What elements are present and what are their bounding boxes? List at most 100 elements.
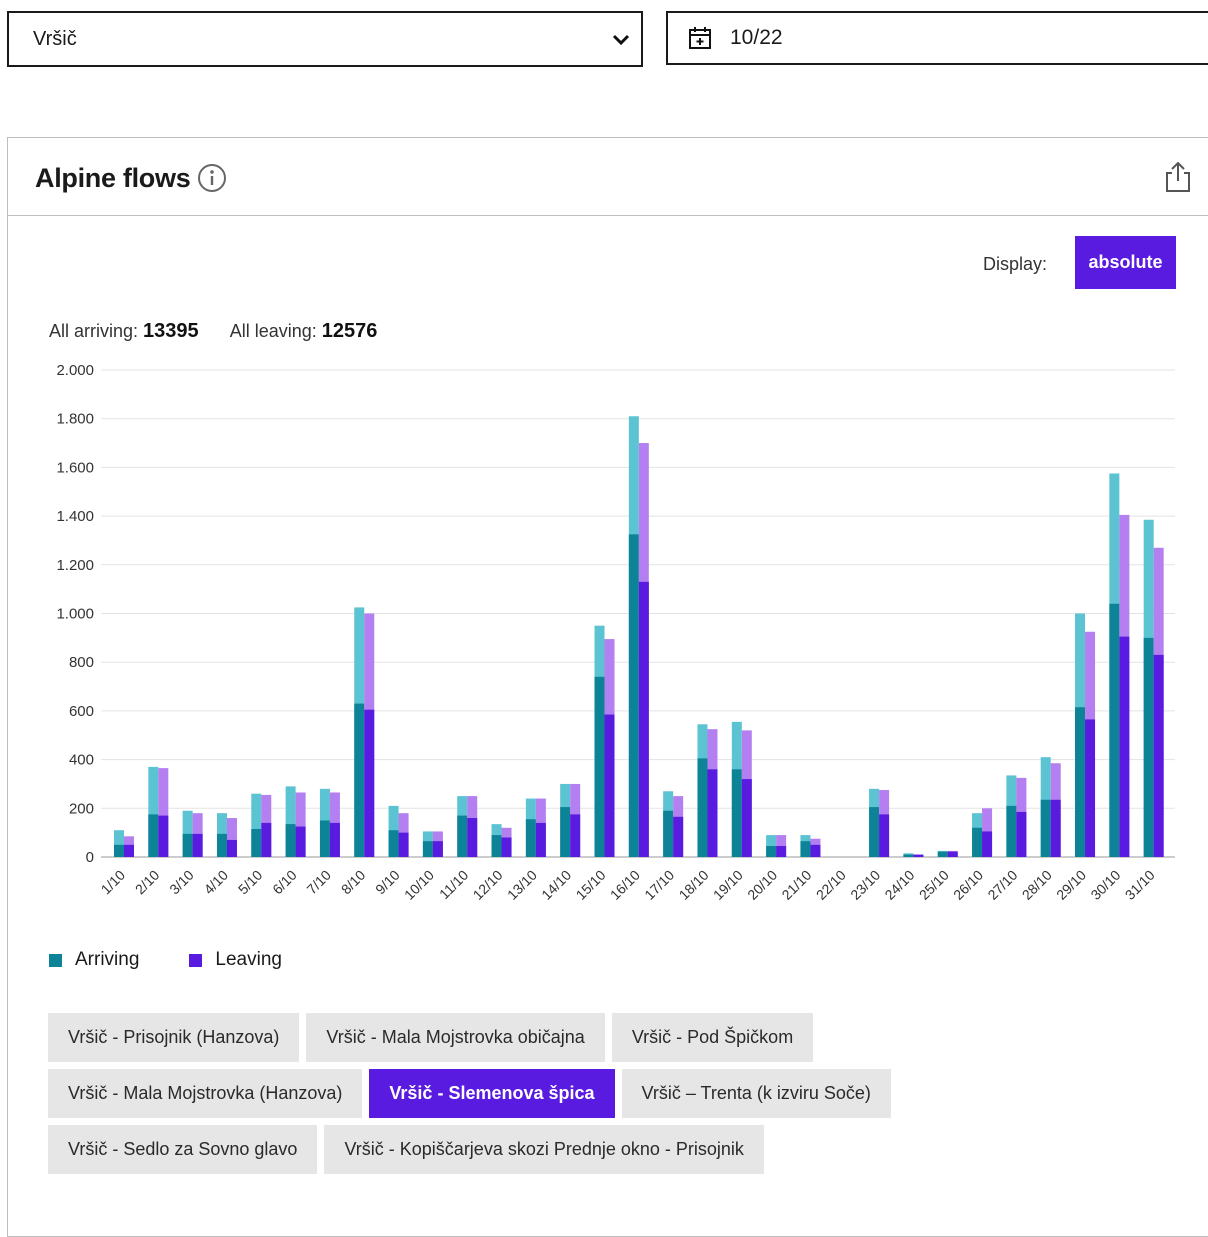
- x-tick-label: 17/10: [641, 867, 677, 903]
- x-tick-label: 1/10: [98, 867, 129, 898]
- y-tick-label: 400: [69, 752, 94, 769]
- legend-label-arriving: Arriving: [75, 949, 140, 970]
- route-filter-button[interactable]: Vršič - Mala Mojstrovka običajna: [306, 1013, 605, 1062]
- leaving-selected-bar: [638, 581, 649, 857]
- route-filter-button[interactable]: Vršič - Sedlo za Sovno glavo: [48, 1125, 318, 1174]
- arriving-selected-bar: [731, 769, 742, 857]
- arriving-selected-bar: [388, 830, 399, 857]
- leaving-selected-bar: [1050, 799, 1061, 857]
- leaving-selected-bar: [398, 832, 409, 857]
- route-filter-button[interactable]: Vršič - Kopiščarjeva skozi Prednje okno …: [324, 1125, 764, 1174]
- x-tick-label: 15/10: [573, 867, 609, 903]
- x-tick-label: 22/10: [813, 867, 849, 903]
- arriving-swatch: [49, 953, 62, 967]
- leaving-selected-bar: [124, 844, 134, 857]
- leaving-selected-bar: [913, 854, 924, 857]
- leaving-selected-bar: [707, 769, 718, 857]
- x-tick-label: 31/10: [1122, 867, 1158, 903]
- leaving-selected-bar: [570, 814, 581, 857]
- calendar-icon: [689, 27, 711, 49]
- arriving-selected-bar: [285, 824, 296, 857]
- legend-item-arriving[interactable]: Arriving: [49, 949, 139, 971]
- leaving-selected-bar: [1016, 811, 1027, 857]
- date-picker[interactable]: 10/22: [666, 11, 1208, 65]
- route-row: Vršič - Prisojnik (Hanzova) Vršič - Mala …: [48, 1013, 948, 1062]
- leaving-selected-bar: [364, 709, 375, 857]
- route-filter-button[interactable]: Vršič - Slemenova špica: [369, 1069, 615, 1118]
- arriving-selected-bar: [1040, 799, 1051, 857]
- arriving-selected-bar: [1006, 805, 1017, 857]
- arriving-selected-bar: [594, 676, 605, 857]
- arriving-selected-bar: [525, 819, 536, 857]
- x-tick-label: 3/10: [166, 867, 197, 898]
- leaving-selected-bar: [226, 839, 237, 857]
- arriving-selected-bar: [1075, 707, 1086, 857]
- arriving-selected-bar: [1143, 637, 1154, 857]
- leaving-selected-bar: [501, 837, 512, 857]
- x-tick-label: 28/10: [1019, 867, 1055, 903]
- date-picker-value: 10/22: [730, 26, 783, 49]
- arriving-selected-bar: [457, 815, 468, 857]
- y-tick-label: 1.600: [56, 459, 94, 476]
- y-tick-label: 800: [69, 654, 94, 671]
- leaving-selected-bar: [535, 822, 546, 857]
- leaving-selected-bar: [432, 841, 443, 857]
- x-tick-label: 2/10: [132, 867, 163, 898]
- arriving-selected-bar: [697, 758, 708, 857]
- arriving-selected-bar: [148, 814, 159, 857]
- x-tick-label: 30/10: [1087, 867, 1123, 903]
- leaving-selected-bar: [776, 846, 787, 857]
- x-tick-label: 5/10: [235, 867, 266, 898]
- arriving-selected-bar: [628, 534, 639, 857]
- arriving-selected-bar: [251, 828, 262, 857]
- route-filter-button[interactable]: Vršič – Trenta (k izviru Soče): [621, 1069, 891, 1118]
- y-tick-label: 2.000: [56, 362, 94, 379]
- arriving-selected-bar: [491, 835, 502, 857]
- route-filter-button[interactable]: Vršič - Pod Špičkom: [611, 1013, 814, 1062]
- route-filter-button[interactable]: Vršič - Mala Mojstrovka (Hanzova): [48, 1069, 363, 1118]
- arriving-selected-bar: [354, 703, 365, 857]
- leaving-selected-bar: [1119, 636, 1130, 857]
- y-tick-label: 200: [69, 800, 94, 817]
- arriving-selected-bar: [937, 851, 948, 857]
- arriving-selected-bar: [560, 807, 571, 857]
- leaving-selected-bar: [261, 822, 272, 857]
- x-tick-label: 27/10: [984, 867, 1020, 903]
- x-tick-label: 23/10: [847, 867, 883, 903]
- y-tick-label: 600: [69, 703, 94, 720]
- leaving-selected-bar: [947, 851, 958, 857]
- leaving-selected-bar: [192, 833, 203, 857]
- leaving-swatch: [189, 953, 203, 967]
- x-tick-label: 16/10: [607, 867, 643, 903]
- leaving-selected-bar: [673, 816, 684, 857]
- chevron-down-icon: [612, 34, 630, 46]
- x-tick-label: 24/10: [881, 867, 917, 903]
- x-tick-label: 4/10: [201, 867, 232, 898]
- y-tick-label: 1.200: [56, 557, 94, 574]
- x-tick-label: 6/10: [269, 867, 300, 898]
- location-select-value: Vršič: [33, 27, 77, 50]
- arriving-selected-bar: [663, 810, 674, 857]
- x-tick-label: 9/10: [372, 867, 403, 898]
- leaving-selected-bar: [295, 826, 306, 857]
- x-tick-label: 10/10: [401, 867, 437, 903]
- leaving-selected-bar: [982, 831, 993, 857]
- legend-label-leaving: Leaving: [215, 949, 282, 970]
- y-tick-label: 1.000: [56, 606, 94, 623]
- route-row: Vršič - Sedlo za Sovno glavo Vršič - Kopi…: [48, 1125, 948, 1174]
- location-select[interactable]: Vršič: [7, 11, 643, 67]
- arriving-selected-bar: [422, 841, 433, 857]
- arriving-selected-bar: [216, 833, 227, 857]
- y-tick-label: 1.400: [56, 508, 94, 525]
- x-tick-label: 21/10: [778, 867, 814, 903]
- route-row: Vršič - Mala Mojstrovka (Hanzova) Vršič -…: [48, 1069, 948, 1118]
- arriving-selected-bar: [319, 820, 330, 857]
- x-tick-label: 14/10: [538, 867, 574, 903]
- arriving-selected-bar: [972, 827, 983, 857]
- leaving-selected-bar: [604, 714, 615, 857]
- legend-item-leaving[interactable]: Leaving: [189, 949, 282, 971]
- leaving-selected-bar: [1153, 654, 1164, 857]
- arriving-selected-bar: [1109, 603, 1120, 857]
- route-filter-button[interactable]: Vršič - Prisojnik (Hanzova): [48, 1013, 300, 1062]
- alpine-flows-chart: 0 200 400 600 800 1.000 1.200 1.400 1.600 1.800 2.…: [56, 362, 1175, 903]
